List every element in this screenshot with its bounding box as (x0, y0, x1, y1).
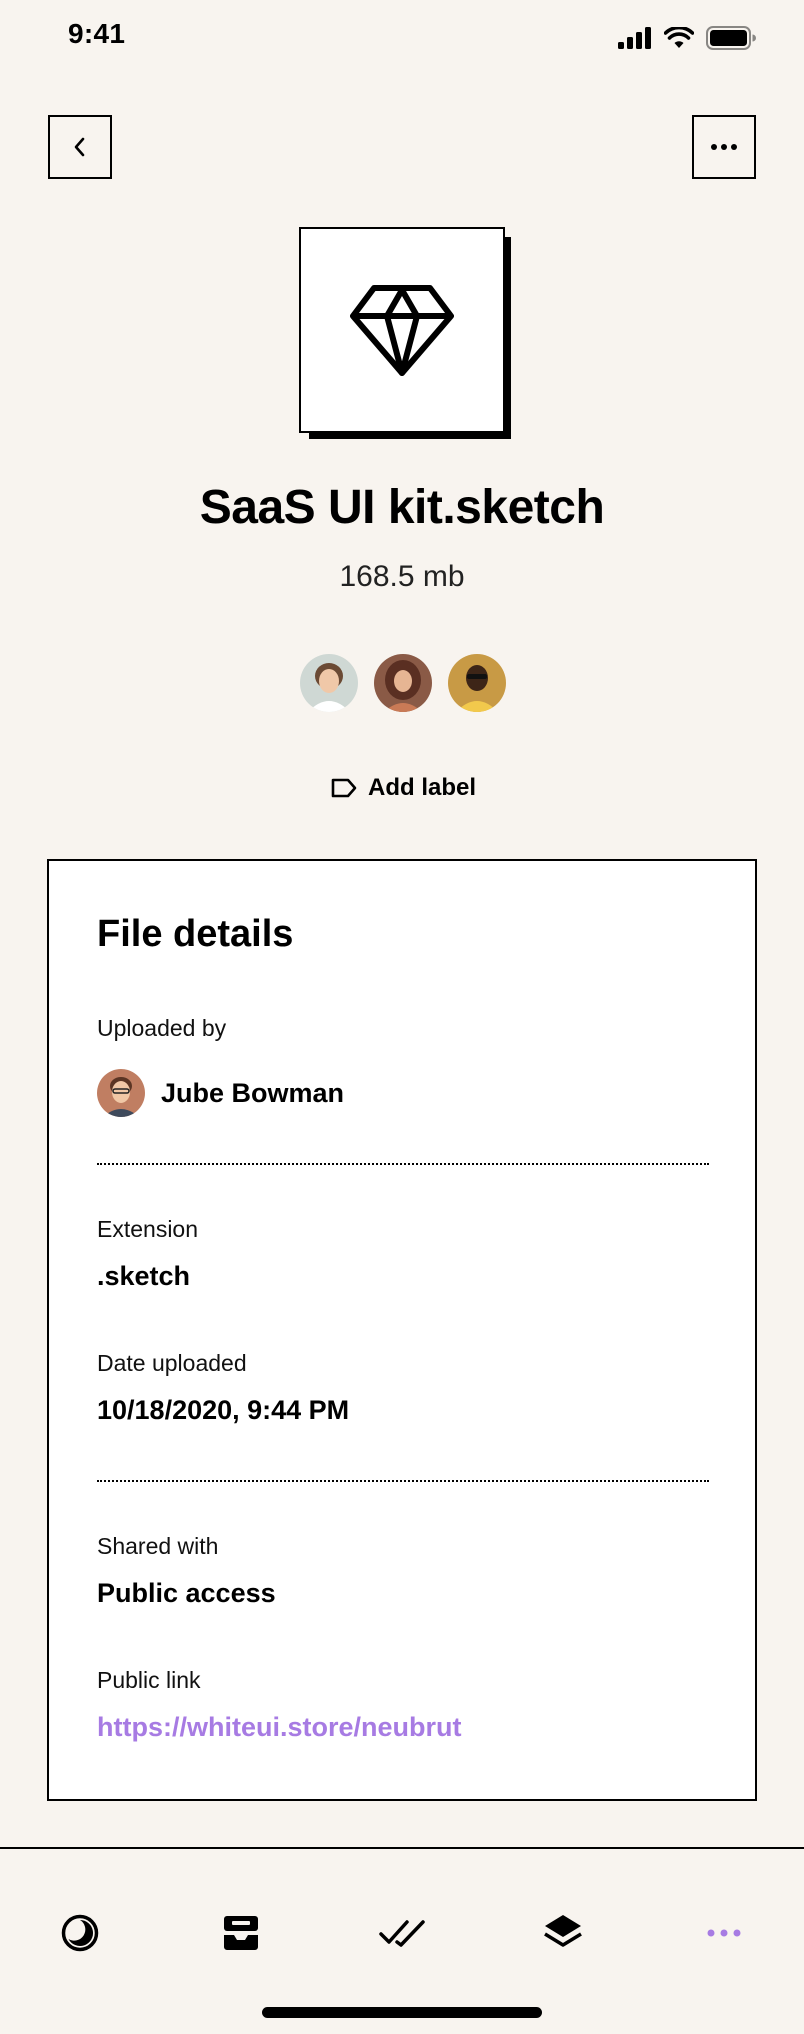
inbox-icon (224, 1916, 258, 1950)
tab-layers[interactable] (533, 1903, 593, 1963)
wifi-icon (664, 27, 694, 48)
file-thumbnail (299, 227, 511, 439)
uploader[interactable]: Jube Bowman (97, 1069, 344, 1117)
tab-tasks[interactable] (372, 1903, 432, 1963)
more-options-button[interactable] (692, 115, 756, 179)
more-icon (707, 1929, 741, 1937)
status-icons (618, 26, 756, 50)
collaborator-avatars[interactable] (297, 651, 509, 715)
back-button[interactable] (48, 115, 112, 179)
file-thumbnail-card (299, 227, 505, 433)
tab-bar (0, 1847, 804, 2034)
shared-with-value: Public access (97, 1578, 276, 1608)
chevron-left-icon (74, 137, 85, 157)
date-uploaded-label: Date uploaded (97, 1350, 247, 1376)
divider (97, 1163, 709, 1165)
signal-icon (618, 27, 651, 49)
uploader-avatar (97, 1069, 145, 1117)
ellipsis-icon (711, 144, 737, 150)
double-check-icon (379, 1920, 425, 1947)
tag-icon (331, 778, 357, 798)
avatar[interactable] (371, 651, 435, 715)
layers-icon (544, 1915, 582, 1947)
uploaded-by-label: Uploaded by (97, 1015, 227, 1041)
file-size: 168.5 mb (339, 560, 465, 593)
file-name: SaaS UI kit.sketch (199, 481, 605, 534)
card-title: File details (97, 913, 294, 955)
battery-icon (706, 26, 756, 50)
file-details-card: File details Uploaded by Jube Bowman Ext… (47, 859, 757, 1801)
tab-inbox[interactable] (211, 1903, 271, 1963)
tab-more[interactable] (694, 1903, 754, 1963)
extension-value: .sketch (97, 1261, 191, 1291)
add-label-text: Add label (368, 774, 477, 801)
moon-icon (61, 1914, 99, 1952)
uploader-name: Jube Bowman (161, 1077, 345, 1108)
public-link-label: Public link (97, 1667, 201, 1693)
status-time: 9:41 (68, 18, 126, 49)
avatar[interactable] (297, 651, 361, 715)
shared-with-label: Shared with (97, 1533, 219, 1559)
tab-activity[interactable] (50, 1903, 110, 1963)
status-bar: 9:41 (0, 0, 804, 80)
add-label-button[interactable]: Add label (330, 770, 476, 806)
public-link[interactable]: https://whiteui.store/neubrut (97, 1712, 462, 1743)
extension-label: Extension (97, 1216, 199, 1242)
avatar[interactable] (445, 651, 509, 715)
diamond-icon (350, 285, 454, 376)
divider (97, 1480, 709, 1482)
date-uploaded-value: 10/18/2020, 9:44 PM (97, 1395, 350, 1425)
home-indicator (262, 2007, 542, 2018)
